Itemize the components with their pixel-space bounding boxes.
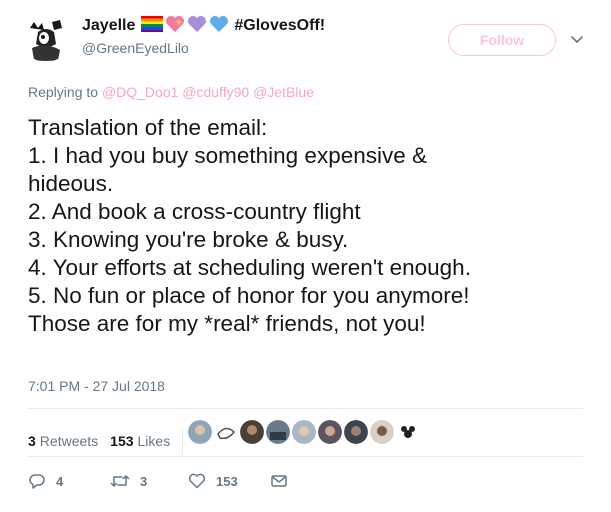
liker-avatar[interactable] [214, 420, 238, 444]
avatar[interactable] [22, 14, 70, 62]
reply-button[interactable]: 4 [28, 472, 110, 490]
retweet-count: 3 [140, 473, 148, 489]
like-button[interactable]: 153 [188, 472, 270, 490]
replying-to-label: Replying to [28, 84, 99, 100]
liker-avatar[interactable] [266, 420, 290, 444]
like-count: 153 [216, 473, 238, 489]
liker-avatar[interactable] [188, 420, 212, 444]
author-display-name[interactable]: Jayelle [82, 17, 135, 35]
liker-avatar[interactable] [344, 420, 368, 444]
liker-avatars [188, 420, 420, 444]
blue-heart-icon [209, 15, 229, 38]
liker-avatar[interactable] [396, 420, 420, 444]
purple-heart-icon [187, 15, 207, 38]
liker-avatar[interactable] [292, 420, 316, 444]
retweets-stat[interactable]: 3 Retweets [28, 433, 98, 449]
tweet-text: Translation of the email: 1. I had you b… [28, 114, 598, 338]
mention-link[interactable]: @DQ_Doo1 [102, 84, 178, 100]
tweet-actions: 4 3 153 [28, 472, 288, 490]
tweet-line: 5. No fun or place of honor for you anym… [28, 283, 470, 308]
likes-label: Likes [137, 433, 171, 449]
author-handle[interactable]: @GreenEyedLilo [82, 40, 189, 56]
stats-separator [182, 427, 184, 455]
liker-avatar[interactable] [318, 420, 342, 444]
liker-avatar[interactable] [370, 420, 394, 444]
tweet-line: Translation of the email: [28, 115, 268, 140]
liker-avatar[interactable] [240, 420, 264, 444]
rainbow-flag-icon [141, 15, 164, 37]
tweet-line: Those are for my *real* friends, not you… [28, 311, 426, 336]
likes-stat[interactable]: 153 Likes [110, 433, 170, 449]
divider [28, 456, 583, 457]
reply-icon [28, 472, 46, 490]
reply-count: 4 [56, 473, 64, 489]
chevron-down-icon[interactable] [570, 32, 584, 46]
retweets-count: 3 [28, 433, 36, 449]
envelope-icon [270, 472, 288, 490]
tweet-timestamp: 7:01 PM - 27 Jul 2018 [28, 378, 165, 394]
direct-message-button[interactable] [270, 472, 288, 490]
author-hashtag: #GlovesOff! [234, 17, 326, 34]
sparkling-heart-icon [165, 15, 185, 38]
mention-link[interactable]: @JetBlue [253, 84, 314, 100]
author-name-row[interactable]: Jayelle #GlovesOff! [82, 14, 325, 38]
retweet-button[interactable]: 3 [110, 472, 188, 490]
retweets-label: Retweets [39, 433, 99, 449]
follow-button[interactable]: Follow [448, 24, 556, 56]
tweet-line: hideous. [28, 171, 114, 196]
replying-to: Replying to @DQ_Doo1 @cduffy90 @JetBlue [28, 84, 314, 100]
tweet-line: 1. I had you buy something expensive & [28, 143, 428, 168]
tweet-line: 3. Knowing you're broke & busy. [28, 227, 349, 252]
mention-link[interactable]: @cduffy90 [182, 84, 249, 100]
heart-icon [188, 472, 206, 490]
tweet-line: 2. And book a cross-country flight [28, 199, 361, 224]
retweet-icon [110, 472, 130, 490]
likes-count: 153 [110, 433, 134, 449]
name-emojis [141, 15, 229, 38]
divider [28, 408, 583, 409]
tweet-stats: 3 Retweets 153 Likes [28, 427, 193, 455]
tweet-line: 4. Your efforts at scheduling weren't en… [28, 255, 471, 280]
